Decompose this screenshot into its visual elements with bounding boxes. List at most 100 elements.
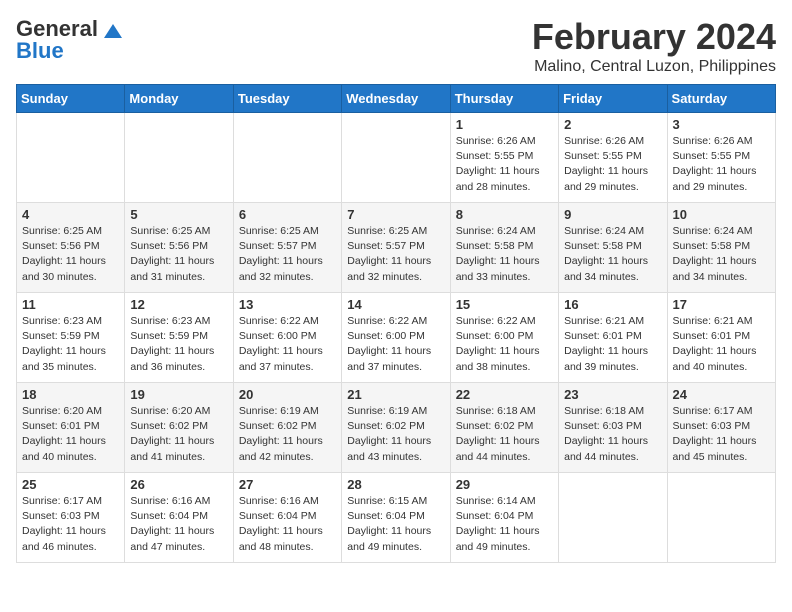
calendar-cell: 23 Sunrise: 6:18 AMSunset: 6:03 PMDayligh… — [559, 383, 667, 473]
day-info: Sunrise: 6:24 AMSunset: 5:58 PMDaylight:… — [673, 224, 770, 285]
day-number: 5 — [130, 207, 227, 222]
week-row-5: 25 Sunrise: 6:17 AMSunset: 6:03 PMDayligh… — [17, 473, 776, 563]
calendar-cell: 12Sunrise: 6:23 AMSunset: 5:59 PMDayligh… — [125, 293, 233, 383]
header-wednesday: Wednesday — [342, 85, 450, 113]
calendar-cell: 24 Sunrise: 6:17 AMSunset: 6:03 PMDayligh… — [667, 383, 775, 473]
day-number: 6 — [239, 207, 336, 222]
calendar-cell: 28 Sunrise: 6:15 AMSunset: 6:04 PMDayligh… — [342, 473, 450, 563]
calendar-cell: 20Sunrise: 6:19 AMSunset: 6:02 PMDayligh… — [233, 383, 341, 473]
calendar-cell — [342, 113, 450, 203]
week-row-2: 4 Sunrise: 6:25 AMSunset: 5:56 PMDaylight… — [17, 203, 776, 293]
day-info: Sunrise: 6:18 AMSunset: 6:03 PMDaylight:… — [564, 404, 661, 465]
day-info: Sunrise: 6:14 AMSunset: 6:04 PMDaylight:… — [456, 494, 553, 555]
week-row-3: 11 Sunrise: 6:23 AMSunset: 5:59 PMDayligh… — [17, 293, 776, 383]
day-info: Sunrise: 6:16 AMSunset: 6:04 PMDaylight:… — [130, 494, 227, 555]
calendar-cell: 19Sunrise: 6:20 AMSunset: 6:02 PMDayligh… — [125, 383, 233, 473]
day-info: Sunrise: 6:25 AMSunset: 5:57 PMDaylight:… — [239, 224, 336, 285]
day-number: 23 — [564, 387, 661, 402]
day-number: 9 — [564, 207, 661, 222]
calendar-cell: 9 Sunrise: 6:24 AMSunset: 5:58 PMDaylight… — [559, 203, 667, 293]
day-info: Sunrise: 6:21 AMSunset: 6:01 PMDaylight:… — [673, 314, 770, 375]
day-number: 11 — [22, 297, 119, 312]
day-number: 29 — [456, 477, 553, 492]
calendar-cell: 14 Sunrise: 6:22 AMSunset: 6:00 PMDayligh… — [342, 293, 450, 383]
day-info: Sunrise: 6:20 AMSunset: 6:02 PMDaylight:… — [130, 404, 227, 465]
day-info: Sunrise: 6:26 AMSunset: 5:55 PMDaylight:… — [456, 134, 553, 195]
day-number: 12 — [130, 297, 227, 312]
day-number: 28 — [347, 477, 444, 492]
day-info: Sunrise: 6:26 AMSunset: 5:55 PMDaylight:… — [673, 134, 770, 195]
header-saturday: Saturday — [667, 85, 775, 113]
day-info: Sunrise: 6:19 AMSunset: 6:02 PMDaylight:… — [347, 404, 444, 465]
day-info: Sunrise: 6:23 AMSunset: 5:59 PMDaylight:… — [22, 314, 119, 375]
header-friday: Friday — [559, 85, 667, 113]
calendar-table: SundayMondayTuesdayWednesdayThursdayFrid… — [16, 84, 776, 563]
day-info: Sunrise: 6:17 AMSunset: 6:03 PMDaylight:… — [673, 404, 770, 465]
calendar-cell — [125, 113, 233, 203]
day-info: Sunrise: 6:22 AMSunset: 6:00 PMDaylight:… — [239, 314, 336, 375]
calendar-cell: 2Sunrise: 6:26 AMSunset: 5:55 PMDaylight… — [559, 113, 667, 203]
week-row-4: 18 Sunrise: 6:20 AMSunset: 6:01 PMDayligh… — [17, 383, 776, 473]
title-block: February 2024 Malino, Central Luzon, Phi… — [532, 16, 776, 76]
calendar-cell: 7 Sunrise: 6:25 AMSunset: 5:57 PMDaylight… — [342, 203, 450, 293]
day-info: Sunrise: 6:24 AMSunset: 5:58 PMDaylight:… — [564, 224, 661, 285]
calendar-cell: 29 Sunrise: 6:14 AMSunset: 6:04 PMDayligh… — [450, 473, 558, 563]
header-sunday: Sunday — [17, 85, 125, 113]
day-number: 15 — [456, 297, 553, 312]
calendar-cell: 22 Sunrise: 6:18 AMSunset: 6:02 PMDayligh… — [450, 383, 558, 473]
calendar-cell: 26 Sunrise: 6:16 AMSunset: 6:04 PMDayligh… — [125, 473, 233, 563]
day-number: 7 — [347, 207, 444, 222]
day-info: Sunrise: 6:18 AMSunset: 6:02 PMDaylight:… — [456, 404, 553, 465]
calendar-cell: 13Sunrise: 6:22 AMSunset: 6:00 PMDayligh… — [233, 293, 341, 383]
day-number: 14 — [347, 297, 444, 312]
calendar-title: February 2024 — [532, 16, 776, 58]
day-number: 22 — [456, 387, 553, 402]
day-number: 17 — [673, 297, 770, 312]
calendar-cell: 10 Sunrise: 6:24 AMSunset: 5:58 PMDayligh… — [667, 203, 775, 293]
day-number: 18 — [22, 387, 119, 402]
day-info: Sunrise: 6:17 AMSunset: 6:03 PMDaylight:… — [22, 494, 119, 555]
day-number: 21 — [347, 387, 444, 402]
day-info: Sunrise: 6:22 AMSunset: 6:00 PMDaylight:… — [347, 314, 444, 375]
calendar-cell — [17, 113, 125, 203]
week-row-1: 1 Sunrise: 6:26 AMSunset: 5:55 PMDaylight… — [17, 113, 776, 203]
day-number: 16 — [564, 297, 661, 312]
day-number: 8 — [456, 207, 553, 222]
logo-icon — [104, 24, 122, 40]
day-info: Sunrise: 6:24 AMSunset: 5:58 PMDaylight:… — [456, 224, 553, 285]
calendar-cell — [233, 113, 341, 203]
calendar-cell: 18 Sunrise: 6:20 AMSunset: 6:01 PMDayligh… — [17, 383, 125, 473]
day-info: Sunrise: 6:25 AMSunset: 5:56 PMDaylight:… — [22, 224, 119, 285]
day-info: Sunrise: 6:19 AMSunset: 6:02 PMDaylight:… — [239, 404, 336, 465]
header-thursday: Thursday — [450, 85, 558, 113]
day-number: 4 — [22, 207, 119, 222]
day-info: Sunrise: 6:22 AMSunset: 6:00 PMDaylight:… — [456, 314, 553, 375]
day-number: 10 — [673, 207, 770, 222]
day-number: 27 — [239, 477, 336, 492]
day-number: 26 — [130, 477, 227, 492]
day-info: Sunrise: 6:21 AMSunset: 6:01 PMDaylight:… — [564, 314, 661, 375]
day-info: Sunrise: 6:25 AMSunset: 5:57 PMDaylight:… — [347, 224, 444, 285]
day-info: Sunrise: 6:20 AMSunset: 6:01 PMDaylight:… — [22, 404, 119, 465]
calendar-cell: 25 Sunrise: 6:17 AMSunset: 6:03 PMDayligh… — [17, 473, 125, 563]
calendar-header-row: SundayMondayTuesdayWednesdayThursdayFrid… — [17, 85, 776, 113]
day-number: 3 — [673, 117, 770, 132]
day-number: 24 — [673, 387, 770, 402]
day-number: 1 — [456, 117, 553, 132]
logo: General Blue — [16, 16, 122, 64]
calendar-cell: 21 Sunrise: 6:19 AMSunset: 6:02 PMDayligh… — [342, 383, 450, 473]
calendar-cell: 11 Sunrise: 6:23 AMSunset: 5:59 PMDayligh… — [17, 293, 125, 383]
day-info: Sunrise: 6:15 AMSunset: 6:04 PMDaylight:… — [347, 494, 444, 555]
calendar-cell: 6 Sunrise: 6:25 AMSunset: 5:57 PMDaylight… — [233, 203, 341, 293]
header-tuesday: Tuesday — [233, 85, 341, 113]
calendar-cell: 16 Sunrise: 6:21 AMSunset: 6:01 PMDayligh… — [559, 293, 667, 383]
page-header: General Blue February 2024 Malino, Centr… — [16, 16, 776, 76]
calendar-cell: 17 Sunrise: 6:21 AMSunset: 6:01 PMDayligh… — [667, 293, 775, 383]
calendar-cell: 5Sunrise: 6:25 AMSunset: 5:56 PMDaylight… — [125, 203, 233, 293]
calendar-cell: 4 Sunrise: 6:25 AMSunset: 5:56 PMDaylight… — [17, 203, 125, 293]
calendar-subtitle: Malino, Central Luzon, Philippines — [532, 58, 776, 76]
calendar-cell: 15 Sunrise: 6:22 AMSunset: 6:00 PMDayligh… — [450, 293, 558, 383]
calendar-cell: 1 Sunrise: 6:26 AMSunset: 5:55 PMDaylight… — [450, 113, 558, 203]
day-number: 25 — [22, 477, 119, 492]
day-info: Sunrise: 6:26 AMSunset: 5:55 PMDaylight:… — [564, 134, 661, 195]
